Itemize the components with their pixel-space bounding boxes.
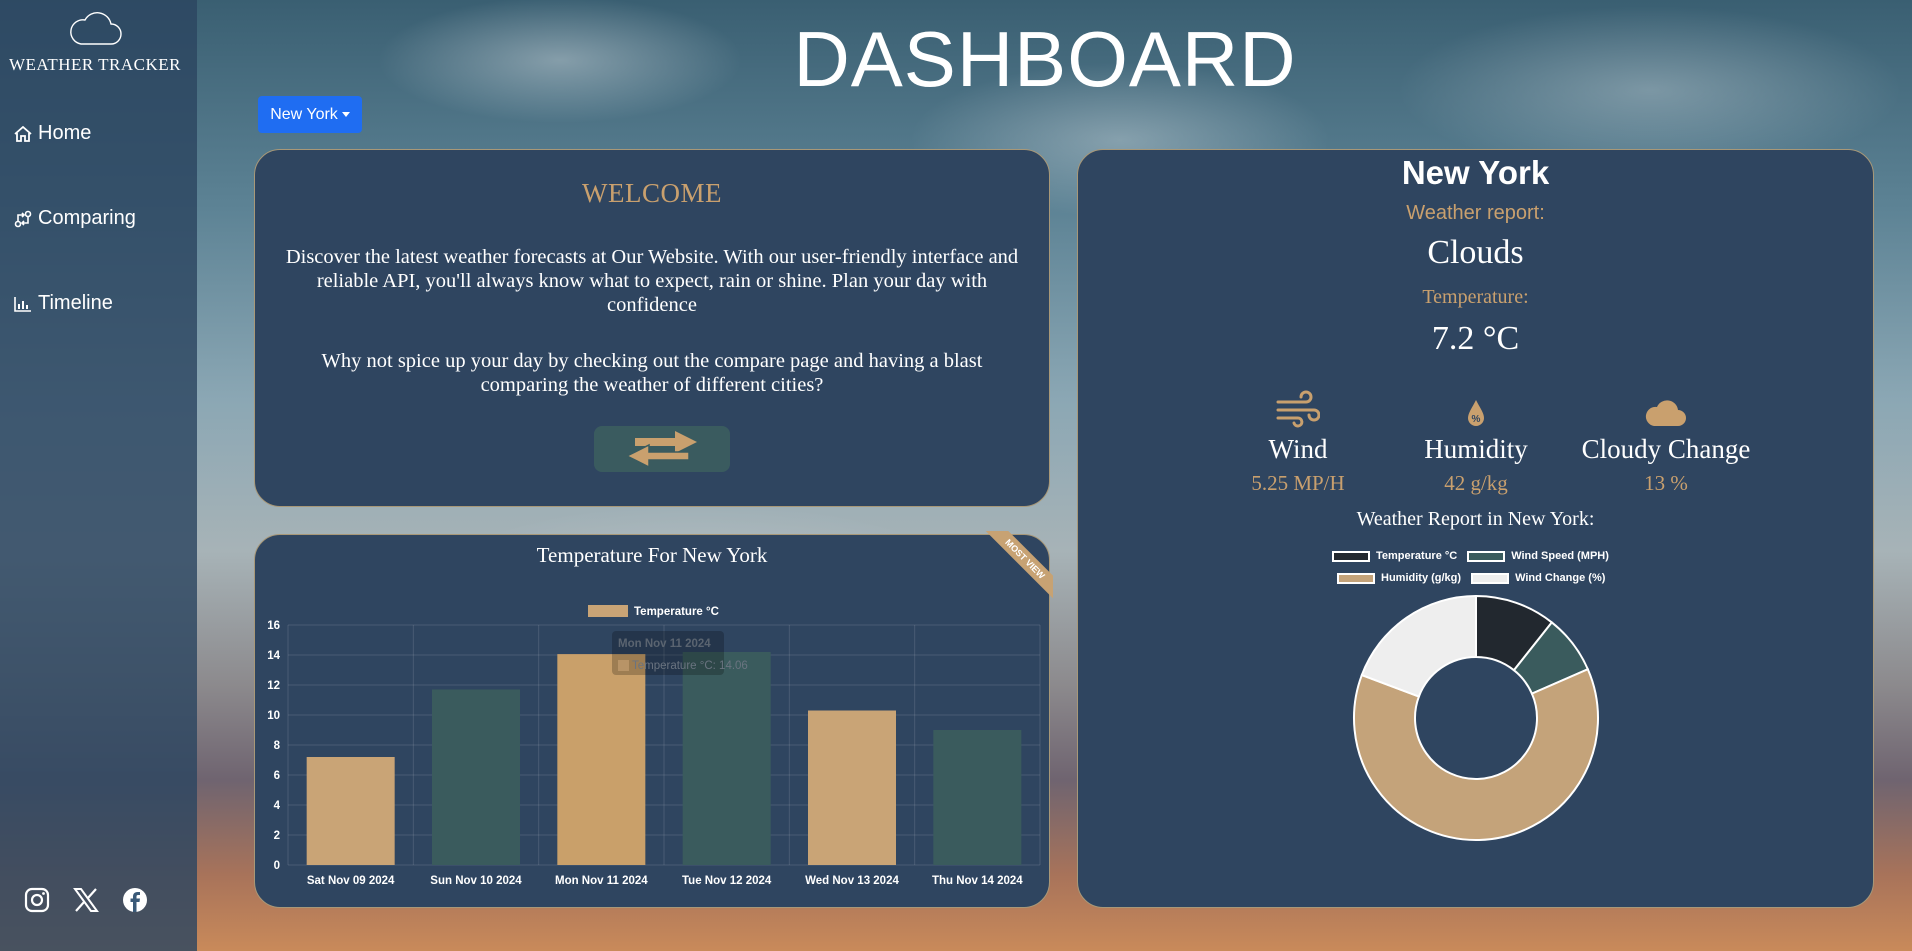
y-tick-label: 2 [274,830,280,842]
facebook-icon[interactable] [122,887,148,913]
y-tick-label: 0 [274,860,280,872]
sidebar-item-home[interactable]: Home [14,122,91,145]
donut-slice [1353,667,1599,841]
city-dropdown-button[interactable]: New York [258,96,362,133]
y-tick-label: 12 [267,680,280,692]
tooltip-body: Temperature °C: 14.06 [632,660,748,672]
bar [808,710,896,865]
x-tick-label: Sat Nov 09 2024 [307,875,395,887]
instagram-icon[interactable] [24,887,50,913]
chart-icon [14,296,31,312]
temperature-bar-chart: 0 2 4 6 8 10 12 14 16 Temperature °C Sat Nov 09 20… [267,605,1041,887]
sidebar-item-label: Home [38,122,92,144]
chart-legend: Temperature °C [588,605,719,618]
sidebar-item-comparing[interactable]: Comparing [14,207,136,230]
weather-donut-chart [1353,594,1599,841]
app-name: WEATHER TRACKER [9,55,181,74]
welcome-paragraph-2: Why not spice up your day by checking ou… [321,350,983,396]
bar [682,652,771,865]
sidebar-item-timeline[interactable]: Timeline [14,292,113,315]
temperature-chart-card: Temperature For New York MOST VIEW 02468… [254,531,1053,908]
compare-icon [14,210,32,227]
legend-swatch [588,605,628,617]
y-tick-label: 4 [274,800,281,812]
bar [557,654,646,865]
x-tick-label: Tue Nov 12 2024 [682,875,772,887]
tooltip-title: Mon Nov 11 2024 [618,638,711,650]
donut-slice [1360,594,1477,698]
swap-arrows-icon [625,431,697,468]
bar [306,757,395,865]
legend-label: Temperature °C [634,606,719,618]
welcome-title: WELCOME [582,178,722,208]
x-tick-label: Mon Nov 11 2024 [555,875,648,887]
sidebar-item-label: Timeline [38,292,113,314]
x-tick-label: Thu Nov 14 2024 [932,875,1023,887]
weather-report-card: New York Weather report: Clouds Temperat… [1077,149,1874,908]
bar [933,730,1022,865]
compare-button[interactable] [594,426,730,472]
y-tick-label: 16 [267,620,280,632]
welcome-card: WELCOME Discover the latest weather fore… [254,149,1050,507]
x-twitter-icon[interactable] [72,887,100,913]
x-tick-label: Sun Nov 10 2024 [430,875,522,887]
bar [432,689,520,865]
sidebar: WEATHER TRACKER Home Comparing Timeline [0,0,197,951]
sidebar-item-label: Comparing [38,207,136,229]
y-tick-label: 14 [267,650,280,662]
cloud-logo-icon [70,12,122,45]
y-tick-label: 8 [274,740,281,752]
page-title: DASHBOARD [793,15,1297,103]
y-tick-label: 6 [274,770,280,782]
welcome-paragraph-1: Discover the latest weather forecasts at… [285,246,1019,316]
x-tick-label: Wed Nov 13 2024 [805,875,899,887]
home-icon [14,125,32,142]
y-tick-label: 10 [267,710,280,722]
social-links [24,887,148,913]
logo[interactable]: WEATHER TRACKER [0,10,190,75]
caret-down-icon [341,112,350,117]
city-dropdown-label: New York [270,105,338,123]
